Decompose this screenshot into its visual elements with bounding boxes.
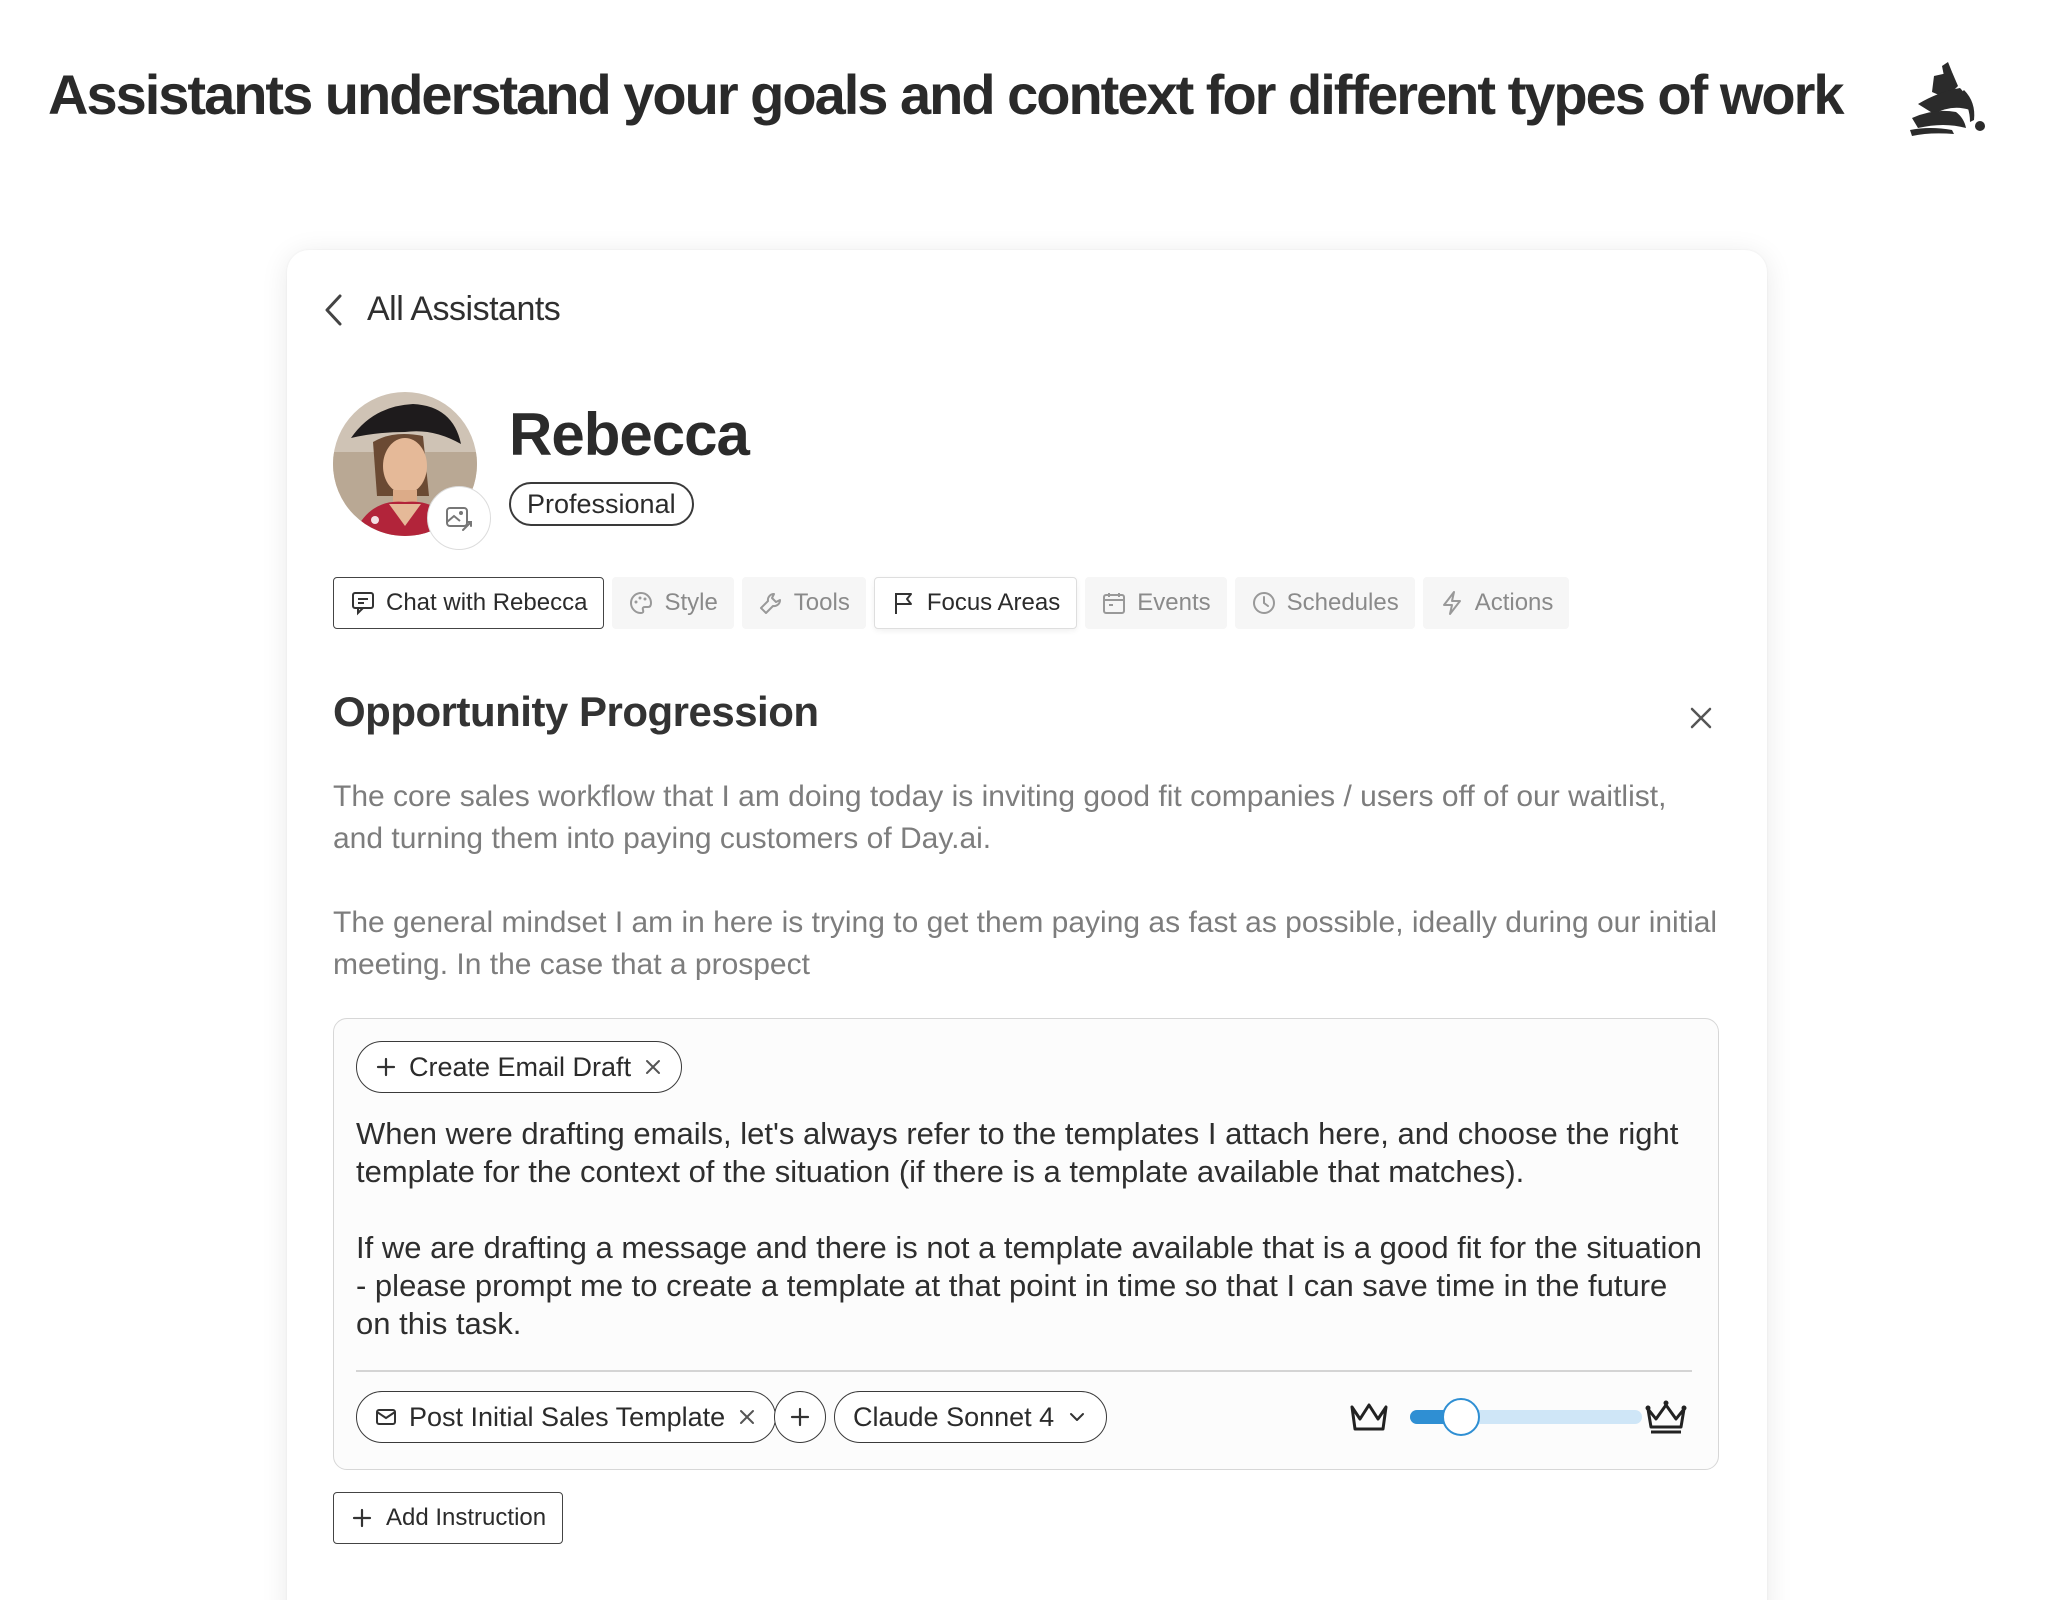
tab-label: Schedules bbox=[1286, 589, 1399, 616]
model-select[interactable]: Claude Sonnet 4 bbox=[834, 1391, 1108, 1443]
page-headline: Assistants understand your goals and con… bbox=[48, 63, 1845, 126]
calendar-icon bbox=[1103, 593, 1126, 614]
plus-icon bbox=[352, 1508, 372, 1528]
instruction-text[interactable]: When were drafting emails, let's always … bbox=[356, 1115, 1706, 1381]
back-link-label: All Assistants bbox=[367, 290, 561, 328]
close-icon bbox=[1690, 707, 1712, 729]
lightning-icon bbox=[1442, 591, 1461, 615]
mail-icon bbox=[376, 1409, 396, 1425]
quality-slider-handle[interactable] bbox=[1442, 1398, 1481, 1436]
tab-label: Chat with Rebecca bbox=[386, 589, 588, 616]
tab-focus-areas[interactable]: Focus Areas bbox=[873, 577, 1078, 629]
tab-label: Focus Areas bbox=[926, 589, 1061, 616]
avatar-container bbox=[333, 392, 491, 550]
chevron-down-icon bbox=[1070, 1413, 1085, 1421]
template-chip[interactable]: Post Initial Sales Template bbox=[356, 1391, 777, 1443]
description-paragraph: The core sales workflow that I am doing … bbox=[333, 780, 1667, 855]
tab-label: Events bbox=[1137, 589, 1211, 616]
plus-icon bbox=[790, 1407, 810, 1427]
chevron-left-icon bbox=[325, 294, 342, 325]
action-chip-label: Create Email Draft bbox=[409, 1051, 632, 1082]
crown-icon bbox=[1350, 1403, 1388, 1431]
change-avatar-button[interactable] bbox=[427, 486, 491, 550]
tab-events[interactable]: Events bbox=[1085, 577, 1227, 629]
add-instruction-button[interactable]: Add Instruction bbox=[333, 1492, 564, 1544]
back-link[interactable]: All Assistants bbox=[321, 290, 561, 329]
instruction-paragraph: If we are drafting a message and there i… bbox=[356, 1230, 1702, 1341]
tab-actions[interactable]: Actions bbox=[1422, 577, 1570, 629]
image-edit-icon bbox=[446, 507, 472, 531]
focus-area-description[interactable]: The core sales workflow that I am doing … bbox=[333, 776, 1723, 1028]
add-instruction-label: Add Instruction bbox=[386, 1504, 547, 1531]
tab-style[interactable]: Style bbox=[612, 577, 734, 629]
instruction-editor: Create Email Draft When were drafting em… bbox=[333, 1018, 1719, 1470]
flag-icon bbox=[894, 593, 912, 614]
brand-logo bbox=[1910, 62, 1985, 136]
palette-icon bbox=[630, 591, 653, 615]
remove-icon[interactable] bbox=[737, 1407, 757, 1427]
remove-icon[interactable] bbox=[643, 1057, 663, 1077]
wrench-icon bbox=[759, 592, 781, 614]
chat-icon bbox=[352, 592, 374, 616]
instruction-paragraph: When were drafting emails, let's always … bbox=[356, 1116, 1679, 1189]
add-template-button[interactable] bbox=[774, 1391, 826, 1443]
persona-badge[interactable]: Professional bbox=[509, 482, 694, 526]
focus-area-title: Opportunity Progression bbox=[333, 688, 819, 735]
action-chip[interactable]: Create Email Draft bbox=[356, 1041, 683, 1093]
template-chip-label: Post Initial Sales Template bbox=[409, 1401, 726, 1432]
close-button[interactable] bbox=[1687, 704, 1715, 732]
tab-schedules[interactable]: Schedules bbox=[1234, 577, 1415, 629]
tab-label: Actions bbox=[1474, 589, 1554, 616]
tab-label: Tools bbox=[793, 589, 850, 616]
tab-label: Style bbox=[664, 589, 718, 616]
plus-icon bbox=[376, 1057, 396, 1077]
tab-chat[interactable]: Chat with Rebecca bbox=[333, 577, 605, 629]
royal-crown-icon bbox=[1645, 1400, 1687, 1434]
clock-icon bbox=[1252, 592, 1275, 614]
assistant-card: All Assistants Rebecca Professional Chat… bbox=[287, 250, 1767, 1600]
quality-slider[interactable] bbox=[1410, 1398, 1642, 1436]
assistant-name: Rebecca bbox=[509, 401, 750, 468]
divider bbox=[356, 1370, 1692, 1372]
tab-tools[interactable]: Tools bbox=[741, 577, 866, 629]
assistant-tabs: Chat with Rebecca Style Tools Focus Area… bbox=[333, 577, 1570, 629]
description-paragraph: The general mindset I am in here is tryi… bbox=[333, 906, 1718, 981]
model-select-label: Claude Sonnet 4 bbox=[853, 1401, 1055, 1432]
